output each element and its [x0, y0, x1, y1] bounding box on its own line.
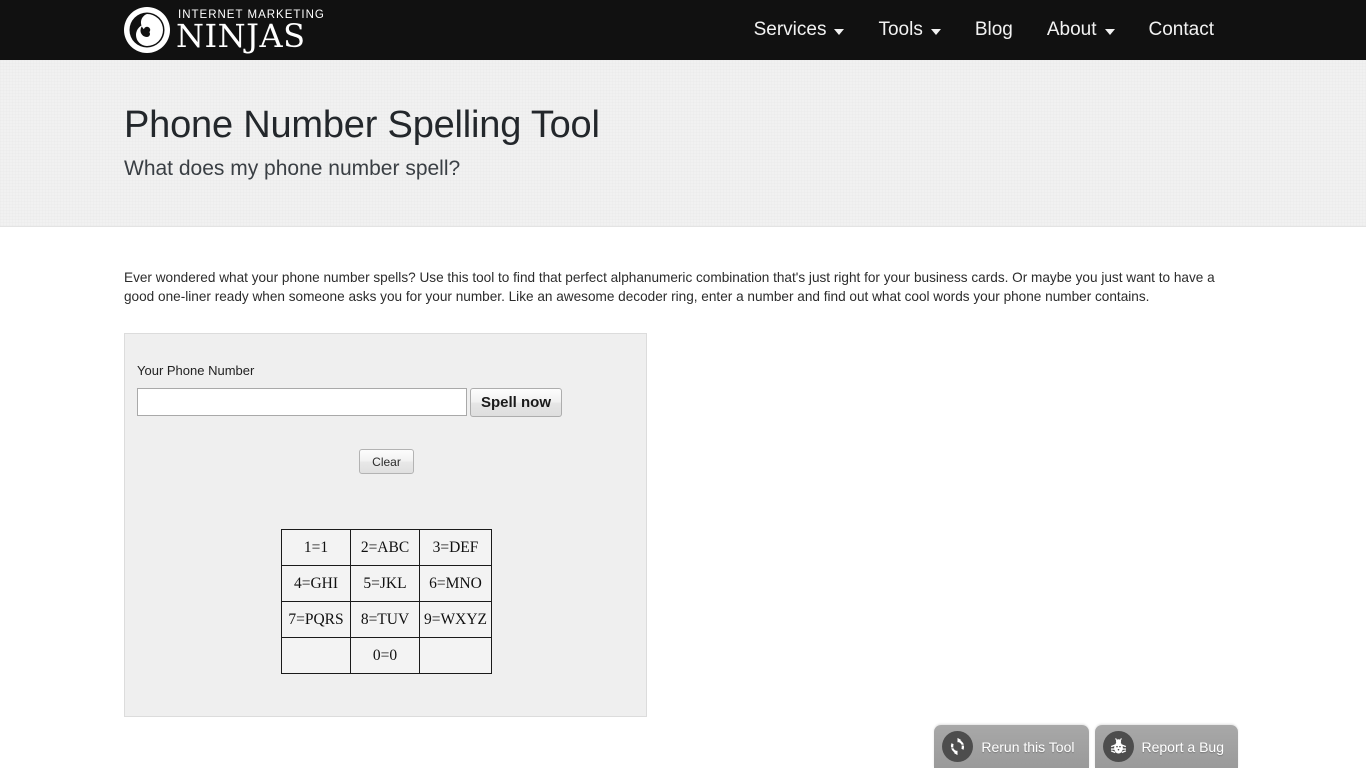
keypad-cell: 3=DEF	[419, 529, 492, 566]
nav-label-contact: Contact	[1148, 19, 1214, 40]
keypad-cell: 6=MNO	[419, 565, 492, 602]
site-header: INTERNET MARKETING NINJAS Services Tools…	[0, 0, 1366, 60]
nav-item-contact[interactable]: Contact	[1132, 0, 1231, 60]
refresh-icon	[942, 731, 974, 762]
phone-number-label: Your Phone Number	[137, 363, 255, 378]
keypad-cell: 7=PQRS	[281, 601, 351, 638]
hero-banner: Phone Number Spelling Tool What does my …	[0, 60, 1366, 227]
floating-action-bar: Rerun this Tool Report a Bug	[934, 725, 1238, 768]
page-subtitle: What does my phone number spell?	[124, 157, 461, 180]
site-logo[interactable]: INTERNET MARKETING NINJAS	[122, 0, 325, 60]
clear-button[interactable]: Clear	[359, 449, 414, 474]
nav-label-about: About	[1046, 19, 1097, 40]
keypad-cell-empty	[281, 637, 351, 674]
nav-label-services: Services	[753, 19, 827, 40]
nav-label-blog: Blog	[974, 19, 1013, 40]
keypad-letter-table: 1=1 2=ABC 3=DEF 4=GHI 5=JKL 6=MNO 7=PQRS…	[281, 529, 492, 674]
keypad-cell: 9=WXYZ	[419, 601, 492, 638]
ninjas-swirl-logo-icon	[122, 5, 172, 55]
tool-form-panel: Your Phone Number Spell now Clear 1=1 2=…	[124, 333, 647, 717]
keypad-cell: 2=ABC	[350, 529, 420, 566]
nav-item-tools[interactable]: Tools	[861, 0, 957, 60]
bug-icon	[1102, 731, 1134, 762]
nav-item-blog[interactable]: Blog	[958, 0, 1030, 60]
intro-paragraph: Ever wondered what your phone number spe…	[124, 270, 1215, 304]
keypad-cell: 0=0	[350, 637, 420, 674]
keypad-legend-wrap: 1=1 2=ABC 3=DEF 4=GHI 5=JKL 6=MNO 7=PQRS…	[137, 529, 636, 674]
report-a-bug-button[interactable]: Report a Bug	[1094, 725, 1238, 768]
keypad-cell-empty	[419, 637, 492, 674]
chevron-down-icon	[1104, 29, 1115, 35]
keypad-body: 1=1 2=ABC 3=DEF 4=GHI 5=JKL 6=MNO 7=PQRS…	[281, 529, 492, 674]
nav-item-about[interactable]: About	[1030, 0, 1132, 60]
rerun-this-tool-label: Rerun this Tool	[981, 738, 1075, 755]
phone-number-input[interactable]	[137, 388, 467, 416]
main-content: Ever wondered what your phone number spe…	[0, 227, 1366, 717]
chevron-down-icon	[834, 29, 845, 35]
keypad-cell: 1=1	[281, 529, 351, 566]
keypad-cell: 4=GHI	[281, 565, 351, 602]
logo-wordmark: NINJAS	[176, 17, 306, 55]
clear-button-row: Clear	[137, 449, 636, 474]
keypad-cell: 5=JKL	[350, 565, 420, 602]
keypad-row: 0=0	[281, 637, 492, 674]
keypad-row: 7=PQRS 8=TUV 9=WXYZ	[281, 601, 492, 638]
keypad-row: 4=GHI 5=JKL 6=MNO	[281, 565, 492, 602]
rerun-this-tool-button[interactable]: Rerun this Tool	[934, 725, 1089, 768]
chevron-down-icon	[930, 29, 941, 35]
spell-now-button[interactable]: Spell now	[470, 388, 563, 417]
page-title: Phone Number Spelling Tool	[124, 104, 600, 146]
nav-label-tools: Tools	[878, 19, 923, 40]
keypad-cell: 8=TUV	[350, 601, 420, 638]
report-a-bug-label: Report a Bug	[1141, 738, 1225, 755]
phone-input-row: Spell now	[137, 388, 646, 417]
main-navigation: Services Tools Blog About Contact	[737, 0, 1231, 60]
keypad-row: 1=1 2=ABC 3=DEF	[281, 529, 492, 566]
nav-item-services[interactable]: Services	[737, 0, 862, 60]
